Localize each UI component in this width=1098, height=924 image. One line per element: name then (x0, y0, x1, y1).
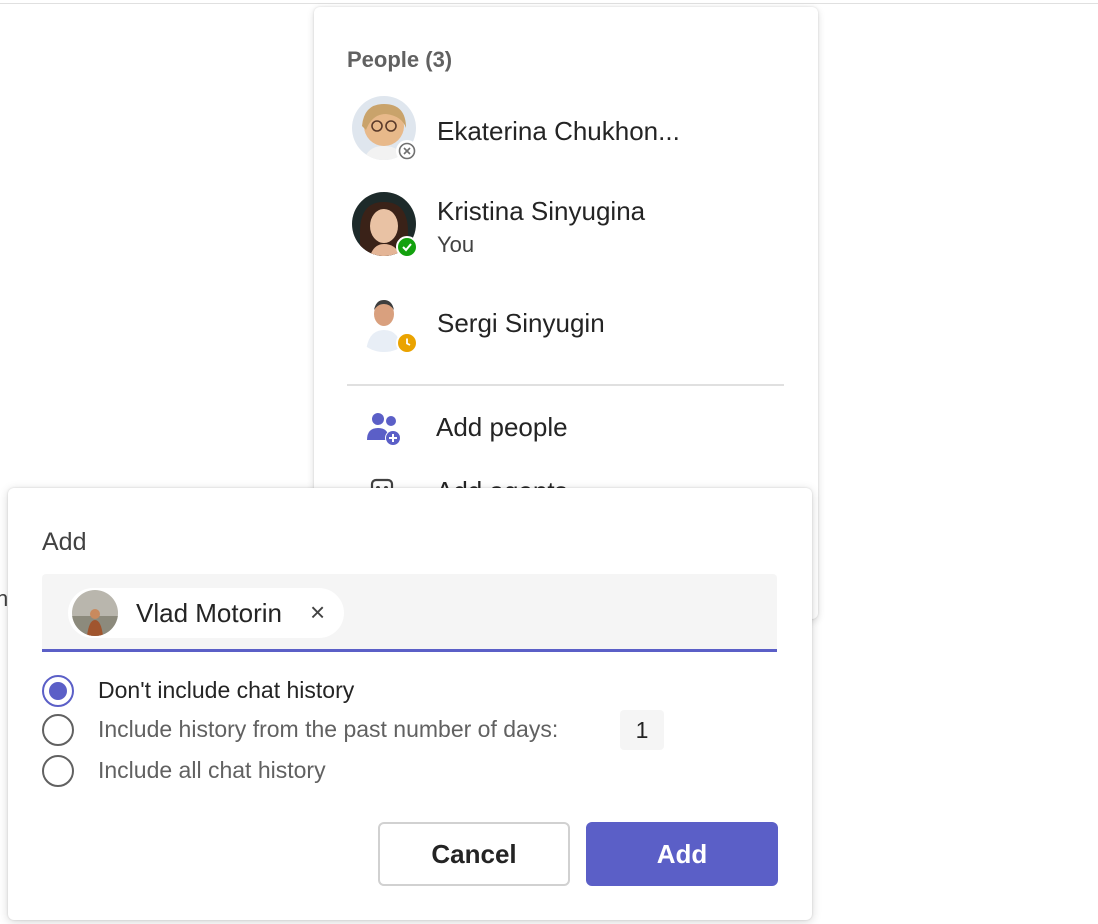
add-dialog: Add Vlad Motorin × Don't include chat hi… (8, 488, 812, 920)
people-panel-title: People (3) (347, 47, 453, 72)
avatar (352, 192, 418, 258)
offline-icon (396, 140, 418, 162)
top-border (0, 3, 1098, 4)
away-icon (396, 332, 418, 354)
available-icon (396, 236, 418, 258)
history-option-all[interactable]: Include all chat history (42, 755, 782, 789)
divider (347, 384, 784, 386)
background-text-fragment: n (0, 586, 9, 611)
add-people-label: Add people (436, 412, 568, 442)
person-subtitle: You (437, 232, 475, 257)
avatar (72, 590, 118, 636)
dialog-title: Add (42, 528, 87, 556)
radio-none[interactable] (42, 675, 74, 707)
add-people-button[interactable]: Add people (364, 410, 784, 450)
radio-label: Don't include chat history (98, 677, 355, 703)
avatar (352, 288, 418, 354)
history-option-none[interactable]: Don't include chat history (42, 675, 782, 709)
person-item[interactable]: Ekaterina Chukhon... (352, 96, 792, 164)
cancel-button[interactable]: Cancel (378, 822, 570, 886)
radio-days[interactable] (42, 714, 74, 746)
people-picker-input[interactable]: Vlad Motorin × (42, 574, 777, 652)
radio-label: Include history from the past number of … (98, 716, 559, 742)
person-name: Ekaterina Chukhon... (437, 116, 680, 146)
selected-person-chip[interactable]: Vlad Motorin × (68, 588, 344, 638)
person-item[interactable]: Sergi Sinyugin (352, 288, 792, 356)
days-input[interactable]: 1 (620, 710, 664, 750)
radio-label: Include all chat history (98, 757, 326, 783)
selected-person-name: Vlad Motorin (136, 598, 282, 628)
add-people-icon (364, 410, 404, 450)
person-item[interactable]: Kristina Sinyugina You (352, 192, 792, 260)
history-option-days[interactable]: Include history from the past number of … (42, 710, 782, 750)
remove-person-icon[interactable]: × (310, 599, 325, 625)
radio-all[interactable] (42, 755, 74, 787)
person-name: Kristina Sinyugina (437, 196, 646, 226)
avatar (352, 96, 418, 162)
add-button[interactable]: Add (586, 822, 778, 886)
person-name: Sergi Sinyugin (437, 308, 605, 338)
